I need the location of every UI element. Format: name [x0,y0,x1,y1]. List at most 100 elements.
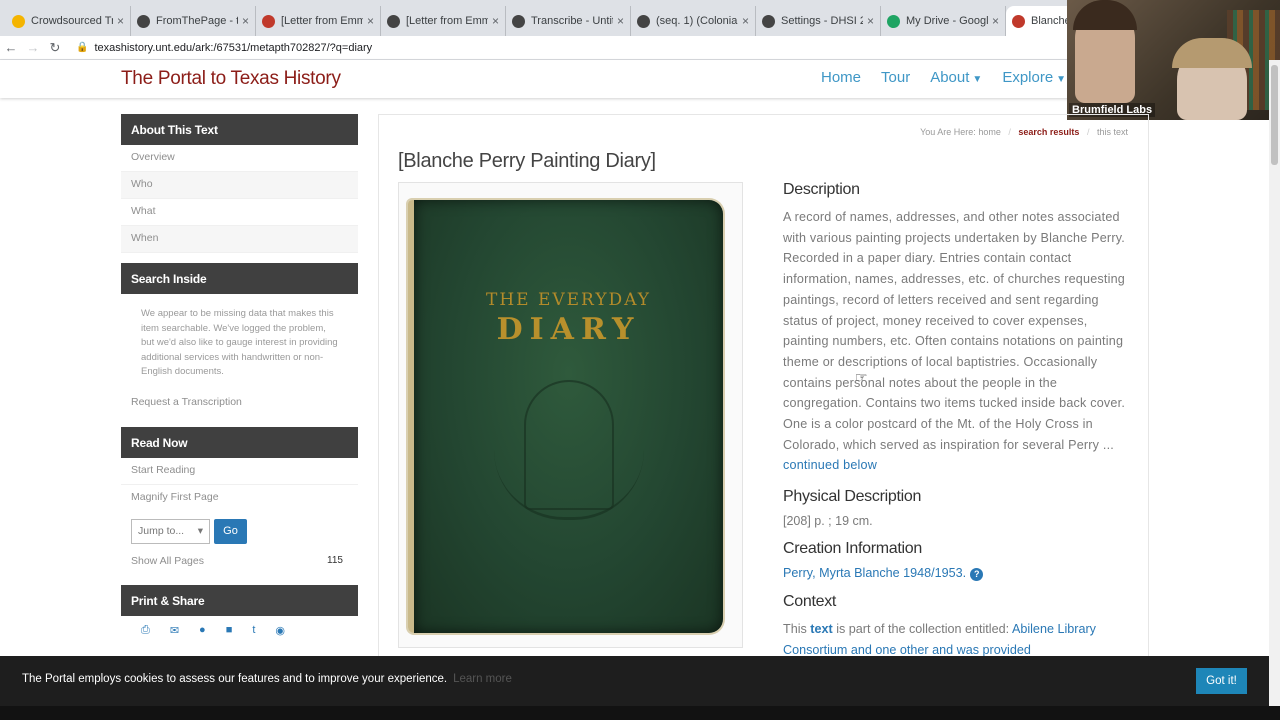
jump-to-select[interactable]: Jump to... ▾ [131,518,210,544]
reddit-icon[interactable]: ◉ [275,624,285,637]
nav-home[interactable]: Home [821,69,861,86]
share-panel: Print & Share ⎙ ✉ ● ■ t ◉ [121,584,358,645]
tab-close-icon[interactable]: × [242,14,249,28]
magnify-first-page-link[interactable]: Magnify First Page [121,485,358,512]
twitter-icon[interactable]: ● [199,624,206,637]
tab-favicon-icon [762,14,775,28]
request-transcription-link[interactable]: Request a Transcription [121,390,358,417]
tumblr-icon[interactable]: t [252,624,255,637]
cover-text-everyday: THE EVERYDAY [485,290,651,310]
tab-favicon-icon [1012,14,1025,28]
cover-wreath [494,450,644,520]
breadcrumb-separator: / [1008,127,1011,137]
tab-close-icon[interactable]: × [367,14,374,28]
browser-tab[interactable]: Transcribe - Untitled Pa × [506,6,631,36]
scrollbar-thumb[interactable] [1271,65,1278,165]
nav-tour[interactable]: Tour [881,69,910,86]
tab-favicon-icon [512,14,525,28]
browser-tab[interactable]: (seq. 1) (Colonial Nort × [631,6,756,36]
about-panel-title: About This Text [121,114,358,145]
browser-tab[interactable]: Settings - DHSI 2020 | × [756,6,881,36]
browser-tab[interactable]: My Drive - Google Driv × [881,6,1006,36]
tab-close-icon[interactable]: × [117,14,124,28]
lock-icon[interactable]: 🔒 [76,42,88,53]
read-panel-title: Read Now [121,426,358,458]
breadcrumb-home[interactable]: home [978,127,1001,137]
browser-tab[interactable]: Crowdsourced Transcri × [6,6,131,36]
caret-down-icon: ▼ [972,74,983,85]
tab-close-icon[interactable]: × [867,14,874,28]
sidebar: About This Text Overview Who What When S… [121,114,358,655]
tab-title: Crowdsourced Transcri [31,15,113,27]
site-brand[interactable]: The Portal to Texas History [121,68,341,90]
breadcrumb-current: this text [1096,127,1128,137]
tab-title: Settings - DHSI 2020 | [781,15,863,27]
main-panel: You Are Here: home / search results / th… [378,114,1149,674]
tab-close-icon[interactable]: × [617,14,624,28]
jump-to-value: Jump to... [138,524,185,537]
browser-tab[interactable]: [Letter from Emma Da × [256,6,381,36]
taskbar [0,706,1280,720]
browser-tab[interactable]: FromThePage - transc × [131,6,256,36]
creator-link[interactable]: Perry, Myrta Blanche 1948/1953. [783,566,966,580]
search-panel: Search Inside We appear to be missing da… [121,263,358,417]
select-arrow-icon: ▾ [197,524,203,537]
read-panel: Read Now Start Reading Magnify First Pag… [121,426,358,575]
context-heading: Context [783,593,837,611]
help-icon[interactable]: ? [970,568,984,582]
print-icon[interactable]: ⎙ [141,624,150,637]
browser-tab[interactable]: [Letter from Emma Da × [381,6,506,36]
tab-close-icon[interactable]: × [742,14,749,28]
participant-1-hair [1073,0,1137,30]
email-icon[interactable]: ✉ [170,624,179,637]
physical-text: [208] p. ; 19 cm. [783,514,873,529]
reload-icon[interactable]: ↻ [44,40,66,56]
nav-explore[interactable]: Explore ▼ [1002,69,1066,86]
learn-more-link[interactable]: Learn more [453,673,512,685]
share-icons: ⎙ ✉ ● ■ t ◉ [121,616,358,645]
jump-row: Jump to... ▾ Go [121,512,358,551]
tab-title: [Letter from Emma Da [281,15,363,27]
about-panel: About This Text Overview Who What When [121,114,358,253]
forward-icon[interactable]: → [22,40,44,55]
breadcrumb-search-results[interactable]: search results [1018,127,1079,137]
show-all-pages-link[interactable]: Show All Pages [131,555,204,567]
go-button[interactable]: Go [214,518,247,544]
tab-favicon-icon [637,14,650,28]
creator-row: Perry, Myrta Blanche 1948/1953.? [783,566,1133,582]
breadcrumb-prefix: You Are Here: [920,127,976,137]
sidebar-link-what[interactable]: What [121,199,358,226]
facebook-icon[interactable]: ■ [226,624,233,637]
description-text: A record of names, addresses, and other … [783,207,1133,476]
search-panel-title: Search Inside [121,263,358,294]
page-title: [Blanche Perry Painting Diary] [398,150,656,172]
tab-title: (seq. 1) (Colonial Nort [656,15,738,27]
nav-about[interactable]: About ▼ [930,69,982,86]
page-count-badge: 115 [327,554,343,566]
cookie-message: The Portal employs cookies to assess our… [22,673,448,685]
creation-section: Creation Information Perry, Myrta Blanch… [783,540,1133,582]
tab-close-icon[interactable]: × [492,14,499,28]
context-text: This text is part of the collection enti… [783,619,1133,660]
got-it-button[interactable]: Got it! [1196,668,1247,694]
sidebar-link-who[interactable]: Who [121,172,358,199]
creation-heading: Creation Information [783,540,922,558]
context-type-link[interactable]: text [810,622,832,636]
search-message: We appear to be missing data that makes … [141,308,338,377]
cover-text-diary: DIARY [496,312,641,347]
tab-favicon-icon [387,14,400,28]
item-info: Description A record of names, addresses… [783,181,1133,661]
sidebar-link-overview[interactable]: Overview [121,145,358,172]
cover-thumbnail[interactable]: THE EVERYDAY DIARY [398,182,743,648]
page-scrollbar[interactable] [1269,60,1280,720]
tab-close-icon[interactable]: × [992,14,999,28]
context-rest: is part of the collection entitled: [836,622,1010,637]
sidebar-link-when[interactable]: When [121,226,358,253]
show-all-pages-row: Show All Pages 115 [121,551,358,575]
tab-favicon-icon [887,14,900,28]
back-icon[interactable]: ← [0,40,22,55]
start-reading-link[interactable]: Start Reading [121,458,358,485]
continued-below-link[interactable]: continued below [783,458,877,472]
context-section: Context This text is part of the collect… [783,593,1133,660]
tab-favicon-icon [137,14,150,28]
